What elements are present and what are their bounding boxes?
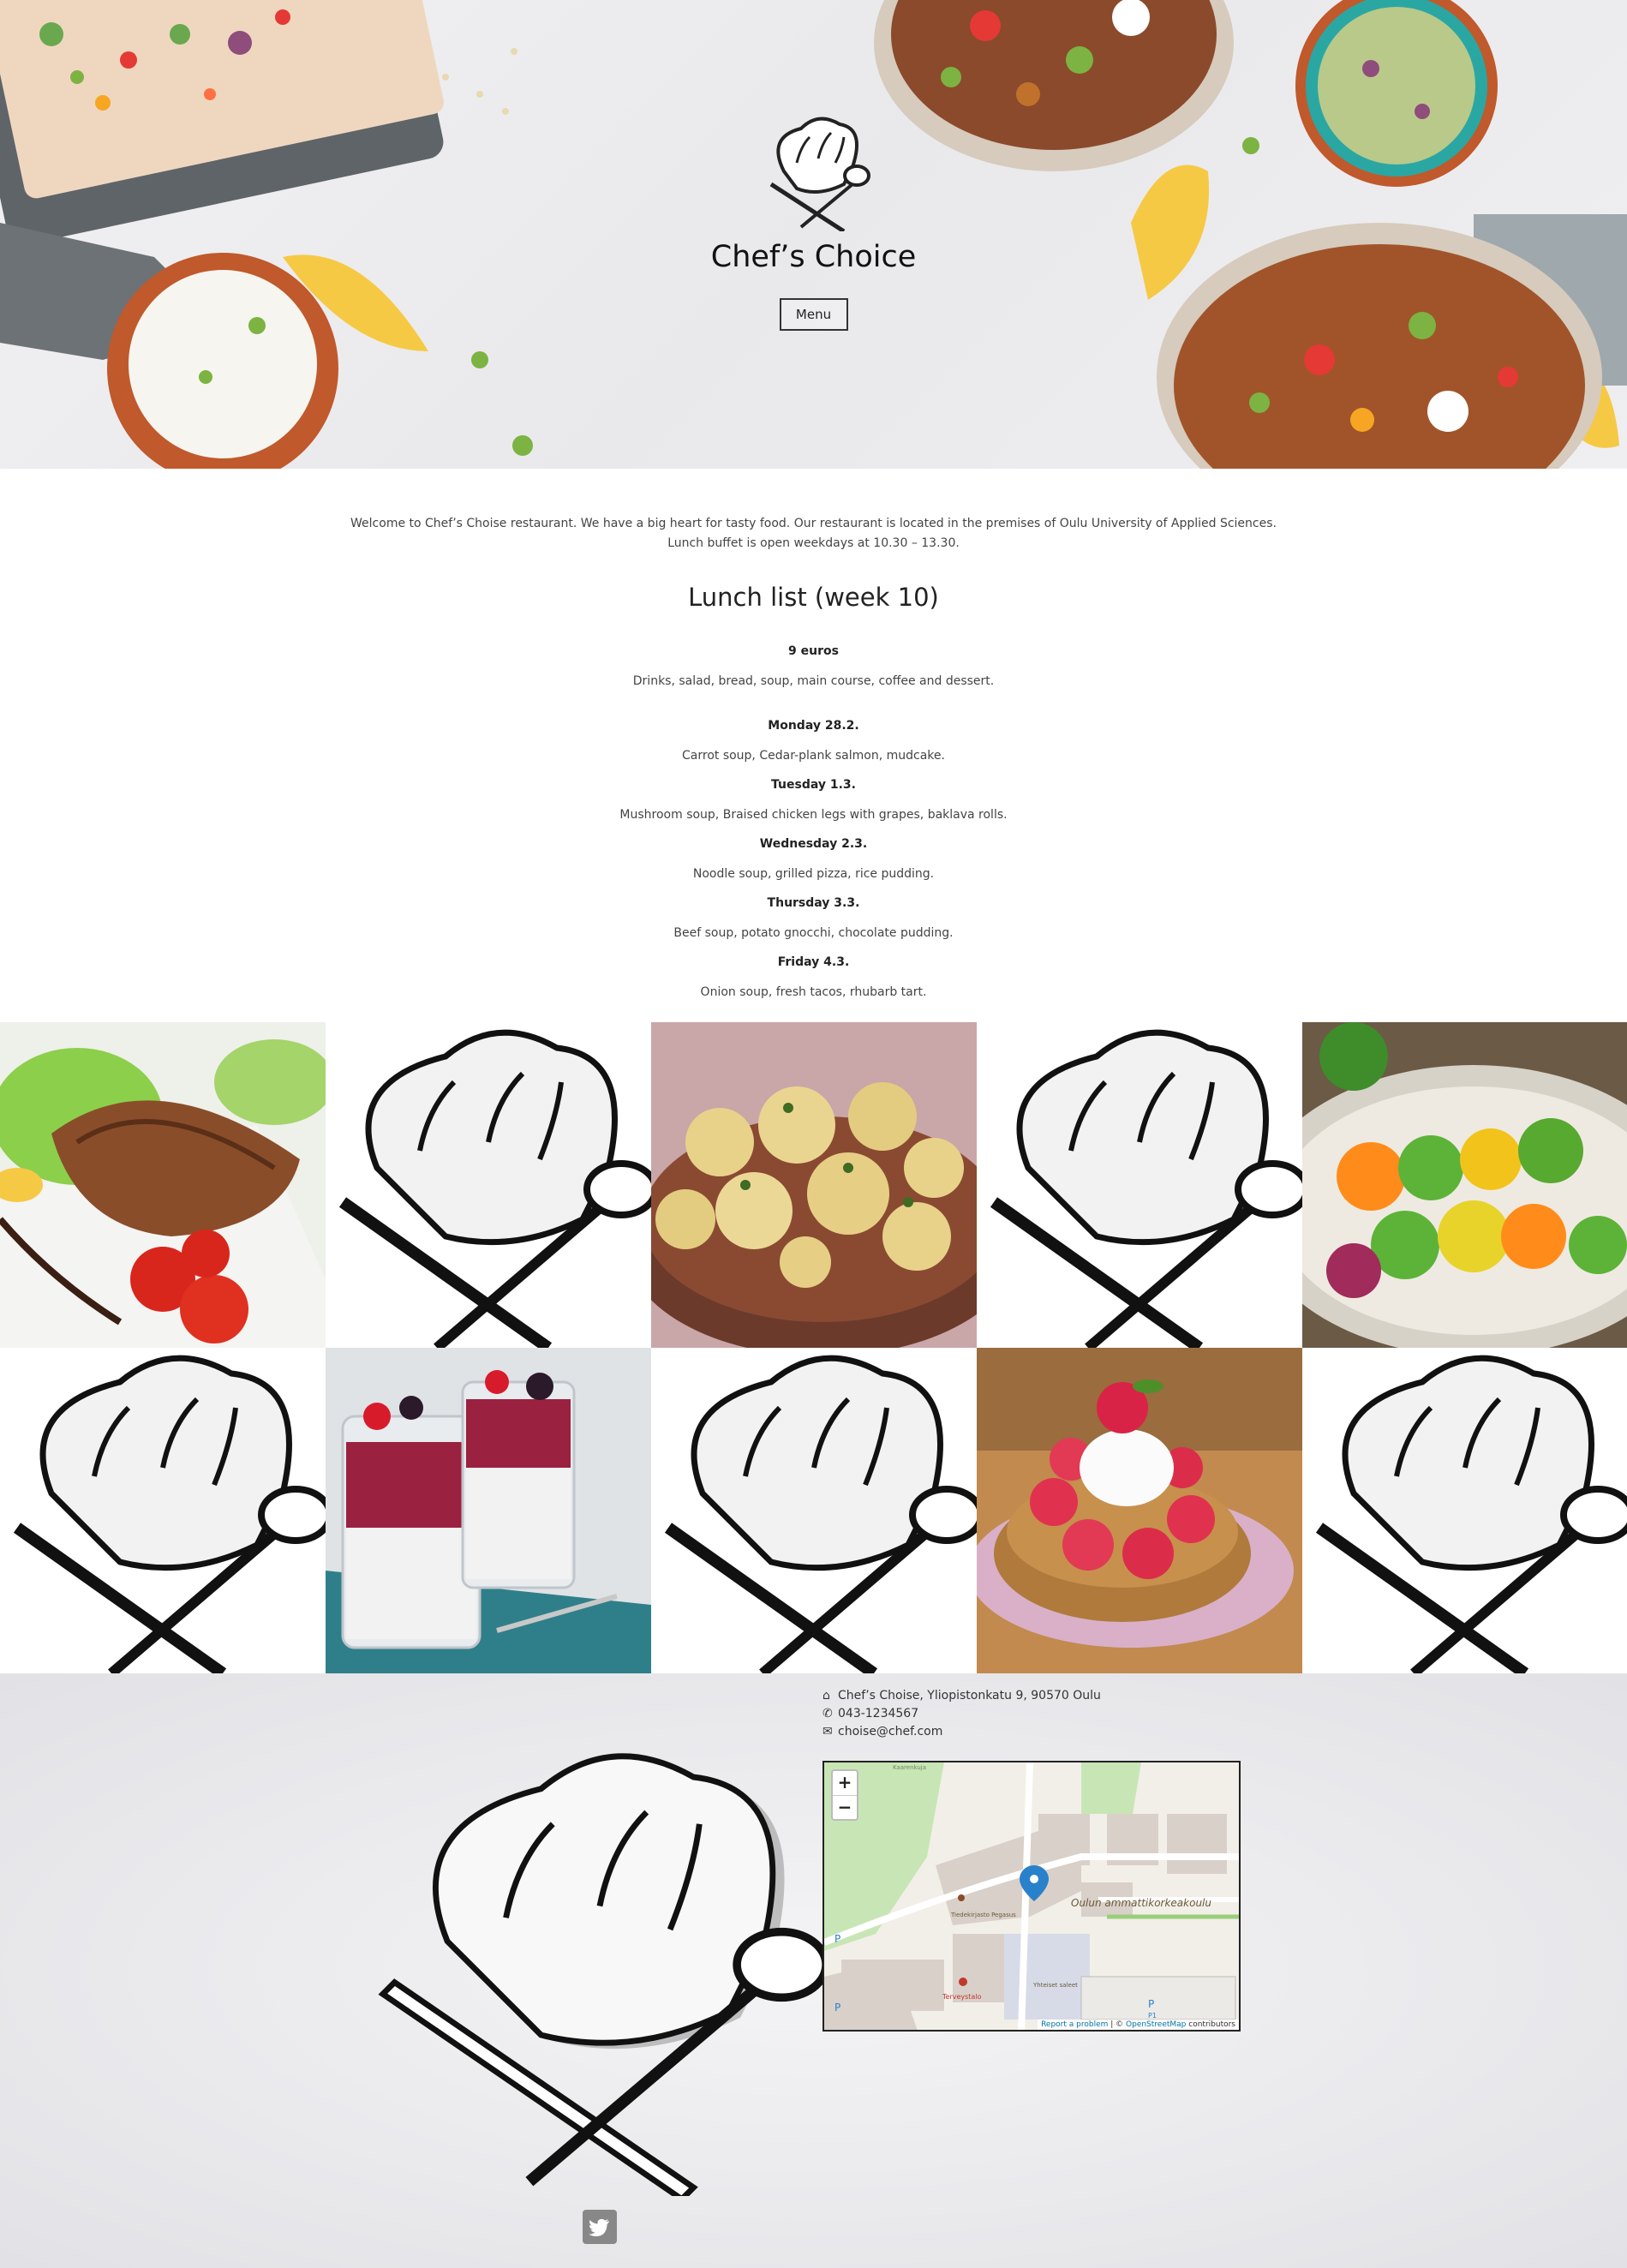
zoom-in-button[interactable]: + xyxy=(833,1771,857,1795)
chef-logo-tile xyxy=(1302,1348,1627,1673)
hero-content: Chef’s Choice Menu xyxy=(0,103,1627,331)
vegetable-skewers-photo xyxy=(1302,1022,1627,1348)
lunch-list-title: Lunch list (week 10) xyxy=(688,583,939,612)
attribution-tail: contributors xyxy=(1186,2020,1235,2029)
berry-parfait-photo xyxy=(326,1348,651,1673)
map-parking-icon: P xyxy=(834,1933,840,1945)
footer: ⌂ Chef’s Choise, Yliopistonkatu 9, 90570 … xyxy=(0,1673,1627,2268)
intro-line-2: Lunch buffet is open weekdays at 10.30 –… xyxy=(667,536,960,550)
salmon-photo xyxy=(0,1022,326,1348)
address-text: Chef’s Choise, Yliopistonkatu 9, 90570 O… xyxy=(838,1689,1101,1702)
menu-button[interactable]: Menu xyxy=(779,298,848,331)
food-gallery xyxy=(0,1022,1627,1673)
map-parking-icon: P xyxy=(1148,1998,1154,2010)
day-menu: Onion soup, fresh tacos, rhubarb tart. xyxy=(700,985,927,999)
location-map[interactable]: Oulun ammattikorkeakoulu Tiedekirjasto P… xyxy=(822,1761,1241,2032)
day-menu: Beef soup, potato gnocchi, chocolate pud… xyxy=(673,926,954,940)
map-label-university: Oulun ammattikorkeakoulu xyxy=(1071,1897,1211,1909)
map-label-terveys: Terveystalo xyxy=(942,1993,982,2001)
lunch-price: 9 euros xyxy=(788,644,839,658)
map-attribution: Report a problem | © OpenStreetMap contr… xyxy=(1038,2020,1239,2030)
map-label-yhteiset: Yhteiset saleet xyxy=(1032,1982,1078,1989)
map-label-kaarti: Kaarenkuja xyxy=(893,1764,926,1771)
address-line: ⌂ Chef’s Choise, Yliopistonkatu 9, 90570 … xyxy=(822,1687,1101,1705)
day-menu: Mushroom soup, Braised chicken legs with… xyxy=(619,808,1008,822)
map-zoom-control: + − xyxy=(831,1769,858,1821)
lunch-includes: Drinks, salad, bread, soup, main course,… xyxy=(632,674,995,688)
envelope-icon: ✉ xyxy=(822,1725,833,1738)
email-line: ✉ choise@chef.com xyxy=(822,1723,1101,1741)
home-icon: ⌂ xyxy=(822,1689,830,1702)
phone-line: ✆ 043-1234567 xyxy=(822,1705,1101,1723)
map-label-pegasus: Tiedekirjasto Pegasus xyxy=(950,1912,1016,1918)
chef-logo-tile xyxy=(326,1022,651,1348)
day-heading: Wednesday 2.3. xyxy=(759,837,868,851)
chef-logo-tile xyxy=(0,1348,326,1673)
raspberry-tart-photo xyxy=(977,1348,1302,1673)
day-heading: Monday 28.2. xyxy=(768,719,859,733)
attribution-separator: | © xyxy=(1108,2020,1127,2029)
hero-banner: Chef’s Choice Menu xyxy=(0,0,1627,469)
map-parking-icon: P xyxy=(834,2002,840,2014)
report-problem-link[interactable]: Report a problem xyxy=(1041,2020,1108,2029)
day-heading: Tuesday 1.3. xyxy=(771,778,856,792)
chef-logo-tile xyxy=(651,1348,977,1673)
map-parking-label: P1 xyxy=(1148,2012,1157,2020)
osm-link[interactable]: OpenStreetMap xyxy=(1126,2020,1186,2029)
chef-logo-tile xyxy=(977,1022,1302,1348)
chef-logo-large-icon xyxy=(378,1753,822,2196)
email-text[interactable]: choise@chef.com xyxy=(838,1725,942,1738)
day-heading: Friday 4.3. xyxy=(777,955,850,969)
phone-icon: ✆ xyxy=(822,1707,833,1720)
zoom-out-button[interactable]: − xyxy=(833,1795,857,1819)
intro-line-1: Welcome to Chef’s Choise restaurant. We … xyxy=(350,517,1277,530)
chef-logo-icon xyxy=(769,117,870,231)
map-tiles: Oulun ammattikorkeakoulu Tiedekirjasto P… xyxy=(824,1762,1239,2030)
day-menu: Noodle soup, grilled pizza, rice pudding… xyxy=(692,867,935,881)
contact-info: ⌂ Chef’s Choise, Yliopistonkatu 9, 90570 … xyxy=(822,1687,1101,1741)
phone-text[interactable]: 043-1234567 xyxy=(838,1707,918,1720)
day-heading: Thursday 3.3. xyxy=(767,896,860,910)
site-title: Chef’s Choice xyxy=(710,240,917,274)
twitter-icon[interactable] xyxy=(583,2210,617,2244)
day-menu: Carrot soup, Cedar-plank salmon, mudcake… xyxy=(682,749,945,763)
potatoes-photo xyxy=(651,1022,977,1348)
intro-text: Welcome to Chef’s Choise restaurant. We … xyxy=(0,514,1627,554)
